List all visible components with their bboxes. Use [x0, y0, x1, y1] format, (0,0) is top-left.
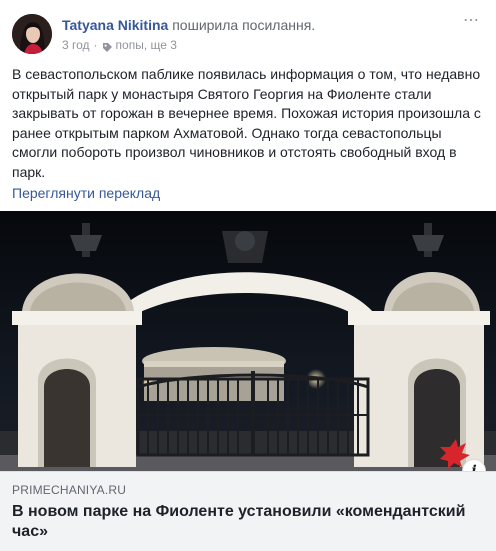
author-line: Tatyana Nikitina поширила посилання. [62, 16, 315, 34]
author-avatar[interactable] [12, 14, 52, 54]
post-body-text: В севастопольском паблике появилась инфо… [12, 66, 481, 180]
meta-separator: · [93, 38, 98, 52]
tag-icon [102, 41, 113, 52]
post-audience[interactable]: попы, ще 3 [116, 37, 177, 53]
author-name[interactable]: Tatyana Nikitina [62, 17, 168, 33]
link-preview-domain: PRIMECHANIYA.RU [12, 483, 127, 497]
link-preview-image[interactable] [0, 211, 496, 471]
feed-post: Tatyana Nikitina поширила посилання. 3 г… [0, 0, 496, 551]
see-translation-link[interactable]: Переглянути переклад [12, 184, 160, 202]
more-options-icon[interactable]: ⋯ [462, 12, 480, 30]
link-preview[interactable]: i PRIMECHANIYA.RU В новом парке на Фиоле… [0, 211, 496, 551]
author-action: поширила посилання. [172, 17, 316, 33]
link-preview-title[interactable]: В новом парке на Фиоленте установили «ко… [12, 502, 482, 542]
post-meta: 3 год · попы, ще 3 [62, 37, 177, 53]
link-preview-caption[interactable]: PRIMECHANIYA.RU В новом парке на Фиолент… [0, 471, 496, 551]
post-timestamp[interactable]: 3 год [62, 37, 90, 53]
post-header: Tatyana Nikitina поширила посилання. 3 г… [12, 12, 482, 56]
